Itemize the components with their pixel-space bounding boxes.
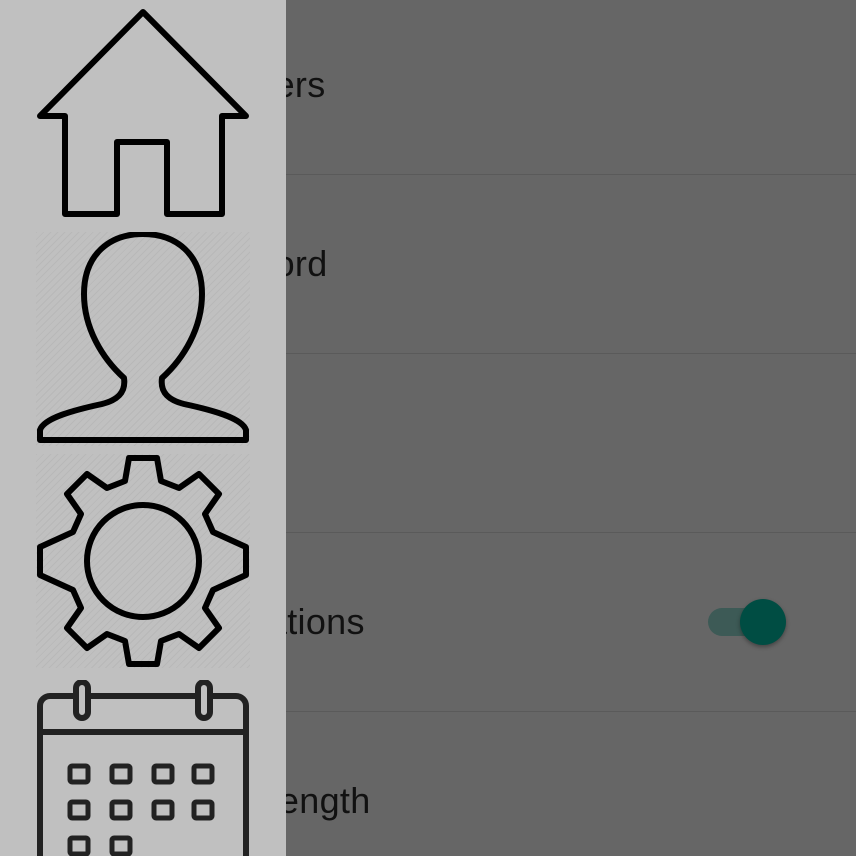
drawer-item-calendar[interactable] (36, 680, 250, 856)
user-icon (37, 232, 249, 443)
notifications-toggle[interactable] (706, 597, 790, 647)
gear-icon (37, 455, 249, 667)
app-screen: Users sword me fications k Length (0, 0, 856, 856)
calendar-icon (37, 680, 249, 856)
drawer-item-home[interactable] (36, 6, 250, 220)
navigation-drawer (0, 0, 286, 856)
home-icon (37, 9, 249, 217)
drawer-item-settings[interactable] (36, 454, 250, 668)
toggle-thumb (740, 599, 786, 645)
drawer-item-profile[interactable] (36, 232, 250, 446)
